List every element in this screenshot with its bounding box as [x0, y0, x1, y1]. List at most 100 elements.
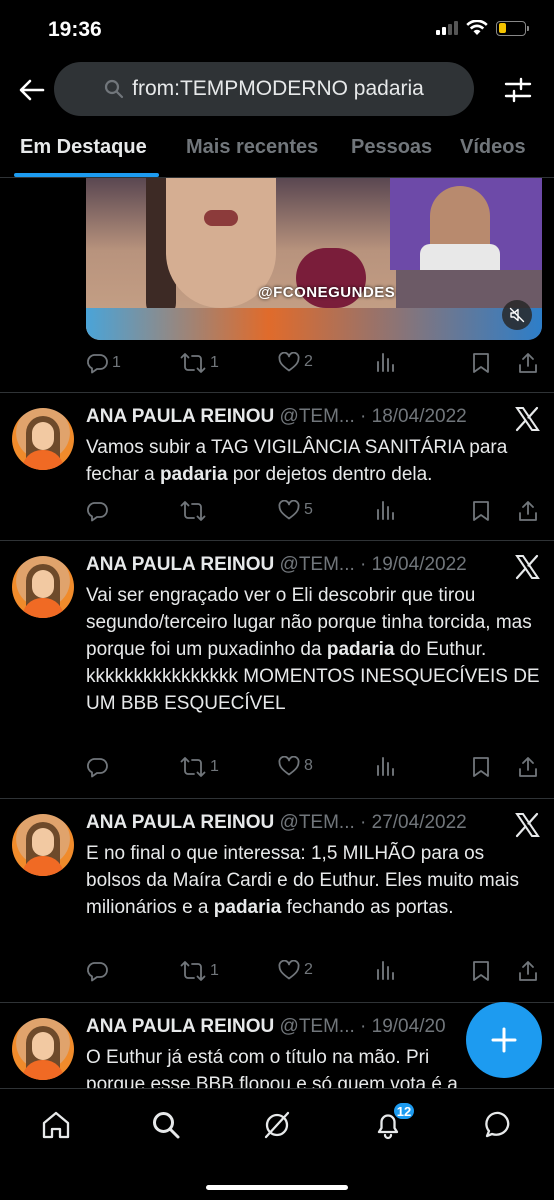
author-name[interactable]: ANA PAULA REINOU: [86, 1016, 274, 1037]
divider: [0, 798, 554, 799]
mute-button[interactable]: [502, 300, 532, 330]
bookmark-button[interactable]: [472, 500, 490, 522]
tweet-header: ANA PAULA REINOU @TEM... · 27/04/2022: [86, 812, 506, 834]
reply-button[interactable]: [86, 960, 112, 982]
tweet-video[interactable]: @FCONEGUNDES: [86, 178, 542, 340]
tweet-actions: 1 1 2: [86, 352, 542, 380]
notifications-badge: 12: [392, 1101, 416, 1121]
author-handle-date: @TEM... · 18/04/2022: [279, 406, 467, 427]
share-button[interactable]: [518, 500, 538, 522]
views-chart-icon: [377, 501, 394, 520]
bookmark-icon: [473, 757, 489, 777]
bookmark-button[interactable]: [472, 960, 490, 982]
reply-button[interactable]: [86, 756, 112, 778]
divider: [0, 392, 554, 393]
avatar[interactable]: [12, 1018, 74, 1080]
search-filter-button[interactable]: [500, 72, 536, 108]
retweet-button[interactable]: 1: [180, 960, 219, 982]
retweet-icon: [180, 353, 206, 373]
retweet-button[interactable]: [180, 500, 210, 522]
x-logo-icon: [515, 406, 540, 432]
search-tabs: Em Destaque Mais recentes Pessoas Vídeos: [0, 118, 554, 178]
like-button[interactable]: 2: [278, 960, 313, 980]
reply-button[interactable]: 1: [86, 352, 121, 374]
share-icon: [519, 961, 537, 981]
x-logo-icon: [515, 554, 540, 580]
reply-count: 1: [112, 354, 121, 371]
nav-search[interactable]: [146, 1105, 186, 1145]
avatar[interactable]: [12, 556, 74, 618]
tab-pessoas[interactable]: Pessoas: [351, 136, 432, 159]
share-icon: [519, 757, 537, 777]
views-button[interactable]: [376, 756, 396, 776]
search-input[interactable]: from:TEMPMODERNO padaria: [54, 62, 474, 116]
reply-icon: [87, 758, 108, 778]
search-header: from:TEMPMODERNO padaria: [0, 60, 554, 118]
retweet-count: 1: [210, 758, 219, 775]
tab-mais-recentes[interactable]: Mais recentes: [186, 136, 318, 159]
like-count: 2: [304, 353, 313, 370]
nav-grok[interactable]: [257, 1105, 297, 1145]
author-handle-date: @TEM... · 27/04/2022: [279, 812, 467, 833]
heart-icon: [278, 500, 300, 520]
tweet[interactable]: ANA PAULA REINOU @TEM... · 18/04/2022 Va…: [0, 394, 554, 540]
bookmark-icon: [473, 353, 489, 373]
retweet-count: 1: [210, 354, 219, 371]
tweet-header: ANA PAULA REINOU @TEM... · 18/04/2022: [86, 406, 506, 428]
reply-button[interactable]: [86, 500, 112, 522]
heart-icon: [278, 352, 300, 372]
author-name[interactable]: ANA PAULA REINOU: [86, 812, 274, 833]
share-icon: [519, 501, 537, 521]
tweet-text: O Euthur já está com o título na mão. Pr…: [86, 1047, 458, 1088]
tab-em-destaque[interactable]: Em Destaque: [20, 136, 147, 159]
tweet[interactable]: ANA PAULA REINOU @TEM... · 19/04/2022 Va…: [0, 542, 554, 798]
home-indicator: [206, 1185, 348, 1190]
tweet-actions: 1 8: [86, 756, 542, 784]
bookmark-button[interactable]: [472, 352, 490, 374]
author-handle-date: @TEM... · 19/04/20: [279, 1016, 446, 1037]
author-name[interactable]: ANA PAULA REINOU: [86, 406, 274, 427]
retweet-count: 1: [210, 962, 219, 979]
search-icon: [105, 79, 124, 99]
share-button[interactable]: [518, 352, 538, 374]
tweet-text: Vai ser engraçado ver o Eli descobrir qu…: [86, 585, 540, 714]
compose-post-button[interactable]: [466, 1002, 542, 1078]
reply-icon: [87, 502, 108, 522]
share-icon: [519, 353, 537, 373]
tab-videos[interactable]: Vídeos: [460, 136, 526, 159]
retweet-button[interactable]: 1: [180, 756, 219, 778]
plus-icon: [491, 1027, 517, 1053]
tweet-actions: 5: [86, 500, 542, 528]
heart-icon: [278, 756, 300, 776]
like-button[interactable]: 8: [278, 756, 313, 776]
grok-icon: [264, 1111, 290, 1139]
retweet-icon: [180, 961, 206, 981]
author-name[interactable]: ANA PAULA REINOU: [86, 554, 274, 575]
views-chart-icon: [377, 353, 394, 372]
home-icon: [42, 1111, 70, 1139]
views-button[interactable]: [376, 960, 396, 980]
share-button[interactable]: [518, 756, 538, 778]
views-button[interactable]: [376, 352, 396, 372]
status-icons: [436, 20, 529, 36]
divider: [0, 540, 554, 541]
avatar[interactable]: [12, 814, 74, 876]
active-tab-indicator: [14, 173, 159, 177]
nav-messages[interactable]: [479, 1105, 519, 1145]
like-button[interactable]: 2: [278, 352, 313, 372]
nav-home[interactable]: [36, 1105, 76, 1145]
author-handle-date: @TEM... · 19/04/2022: [279, 554, 467, 575]
retweet-button[interactable]: 1: [180, 352, 219, 374]
share-button[interactable]: [518, 960, 538, 982]
search-query: from:TEMPMODERNO padaria: [132, 77, 424, 100]
retweet-icon: [180, 501, 206, 521]
battery-icon: [496, 20, 529, 36]
views-button[interactable]: [376, 500, 396, 520]
like-button[interactable]: 5: [278, 500, 313, 520]
retweet-icon: [180, 757, 206, 777]
back-button[interactable]: [14, 72, 50, 108]
bookmark-button[interactable]: [472, 756, 490, 778]
sliders-icon: [504, 77, 532, 103]
avatar[interactable]: [12, 408, 74, 470]
tweet[interactable]: ANA PAULA REINOU @TEM... · 27/04/2022 E …: [0, 800, 554, 1002]
